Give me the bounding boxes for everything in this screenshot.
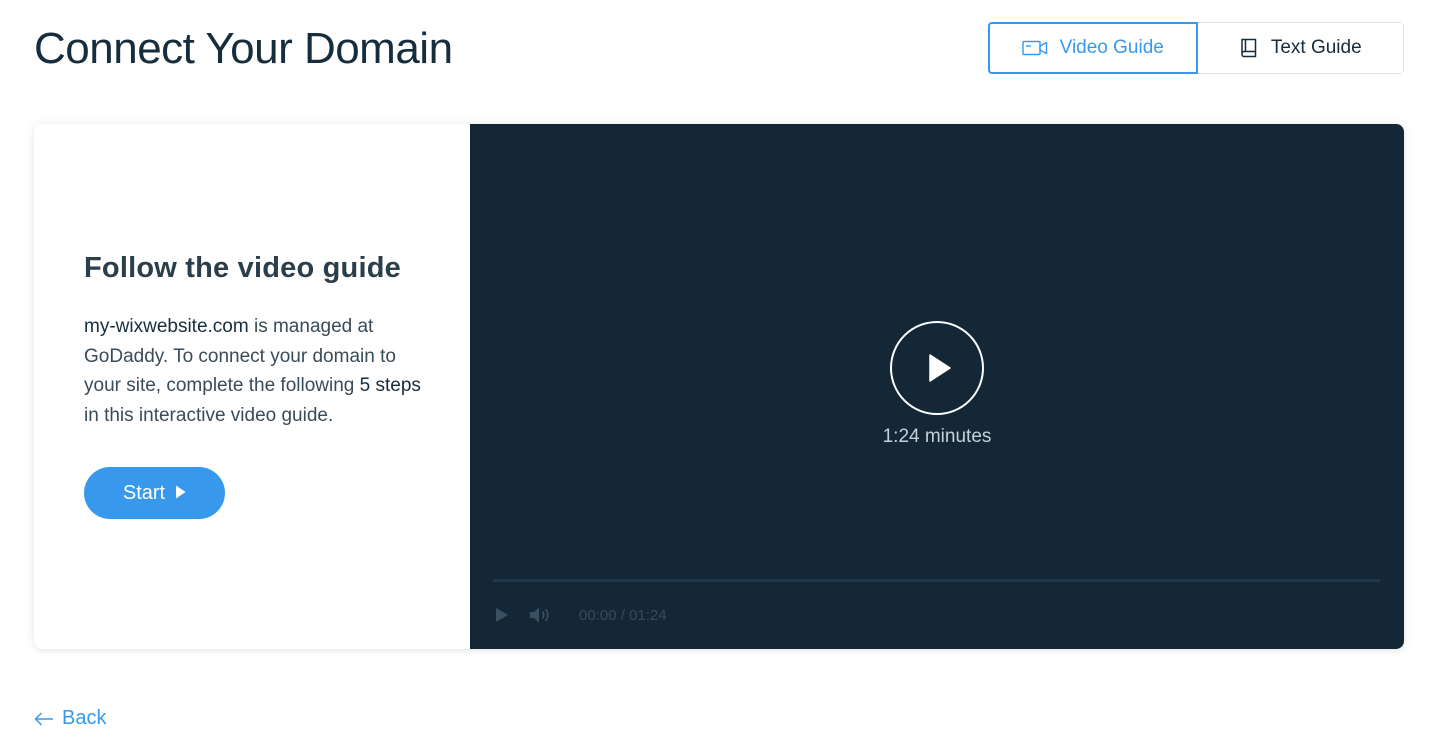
play-icon <box>929 354 951 382</box>
control-play-button[interactable] <box>495 607 509 623</box>
current-time: 00:00 <box>579 606 617 624</box>
big-play-button[interactable] <box>890 321 984 415</box>
total-time: 01:24 <box>629 606 667 624</box>
volume-icon[interactable] <box>529 606 553 624</box>
guide-intro-panel: Follow the video guide my-wixwebsite.com… <box>34 124 470 649</box>
start-button-label: Start <box>122 481 166 504</box>
video-progress-bar[interactable] <box>493 579 1380 582</box>
guide-toggle: Video Guide Text Guide <box>988 22 1404 74</box>
text-guide-label: Text Guide <box>1270 37 1362 58</box>
video-guide-label: Video Guide <box>1059 37 1164 58</box>
domain-name: my-wixwebsite.com <box>84 316 249 337</box>
book-icon <box>1239 37 1259 59</box>
start-button[interactable]: Start <box>84 467 225 519</box>
arrow-left-icon <box>34 711 54 726</box>
video-guide-tab[interactable]: Video Guide <box>988 22 1198 74</box>
play-triangle-icon <box>175 482 186 505</box>
text-guide-tab[interactable]: Text Guide <box>1197 23 1403 73</box>
steps-count: 5 steps <box>359 375 421 396</box>
back-link[interactable]: Back <box>34 707 106 730</box>
description-text-2: in this interactive video guide. <box>84 404 334 426</box>
card-heading: Follow the video guide <box>84 252 401 284</box>
video-controls: 00:00 / 01:24 <box>495 602 667 628</box>
video-player[interactable]: 1:24 minutes 00:00 / 01:24 <box>470 124 1404 649</box>
back-label: Back <box>62 707 107 729</box>
time-separator: / <box>620 606 625 624</box>
video-camera-icon <box>1021 40 1048 56</box>
video-guide-card: Follow the video guide my-wixwebsite.com… <box>34 124 1404 649</box>
card-description: my-wixwebsite.com is managed at GoDaddy.… <box>84 312 424 430</box>
video-duration-label: 1:24 minutes <box>882 426 992 447</box>
video-time-display: 00:00 / 01:24 <box>579 607 667 624</box>
page-title: Connect Your Domain <box>34 24 453 73</box>
